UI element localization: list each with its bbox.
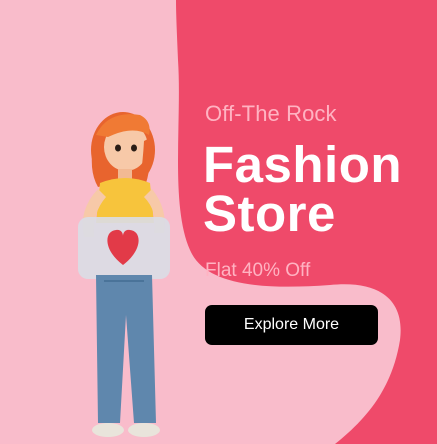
offer-text: Flat 40% Off — [205, 260, 311, 281]
explore-more-button[interactable]: Explore More — [205, 305, 378, 345]
headline: Fashion Store — [203, 136, 403, 242]
headline-line-1: Fashion — [203, 136, 403, 193]
headline-line-2: Store — [203, 185, 336, 242]
girl-illustration — [78, 112, 170, 437]
fashion-banner: Off-The Rock Fashion Store Flat 40% Off … — [0, 0, 437, 444]
eyebrow-text: Off-The Rock — [205, 101, 337, 126]
promo-content: Off-The Rock Fashion Store Flat 40% Off … — [203, 0, 437, 444]
